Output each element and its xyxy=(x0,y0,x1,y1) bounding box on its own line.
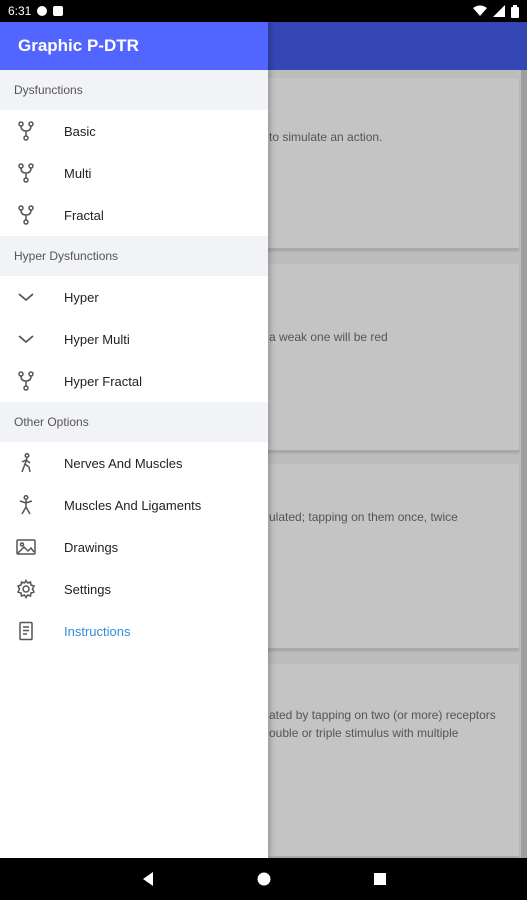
background-card: a weak one will be red xyxy=(227,264,519,452)
gear-icon xyxy=(16,579,36,599)
menu-item-hyper-fractal[interactable]: Hyper Fractal xyxy=(0,360,268,402)
home-button[interactable] xyxy=(254,869,274,889)
menu-item-settings[interactable]: Settings xyxy=(0,568,268,610)
card-text: ouble or triple stimulus with multiple xyxy=(269,726,459,740)
card-text: ulated; tapping on them once, twice xyxy=(269,510,458,524)
card-text: a weak one will be red xyxy=(269,330,388,344)
menu-item-instructions[interactable]: Instructions xyxy=(0,610,268,652)
menu-item-label: Nerves And Muscles xyxy=(64,455,183,471)
menu-item-label: Hyper Fractal xyxy=(64,373,143,389)
status-time: 6:31 xyxy=(8,4,32,18)
background-card: ated by tapping on two (or more) recepto… xyxy=(227,664,519,858)
chevron-down-icon xyxy=(16,287,36,307)
menu-item-drawings[interactable]: Drawings xyxy=(0,526,268,568)
scrollbar[interactable] xyxy=(521,70,527,858)
menu-item-fractal[interactable]: Fractal xyxy=(0,194,268,236)
app-area: to simulate an action. a weak one will b… xyxy=(0,22,527,858)
navigation-drawer: Graphic P-DTR Dysfunctions Basic Multi F… xyxy=(0,22,268,858)
system-navigation-bar xyxy=(0,858,527,900)
fork-icon xyxy=(16,205,36,225)
notification-icon xyxy=(37,6,48,16)
wifi-icon xyxy=(473,5,487,16)
section-header-other-options: Other Options xyxy=(0,402,268,442)
drawer-title: Graphic P-DTR xyxy=(0,22,268,70)
section-header-dysfunctions: Dysfunctions xyxy=(0,70,268,110)
walking-person-icon xyxy=(16,453,36,473)
menu-item-label: Fractal xyxy=(64,207,104,223)
standing-person-icon xyxy=(16,495,36,515)
recents-icon xyxy=(373,873,386,885)
card-text: to simulate an action. xyxy=(269,130,383,144)
back-button[interactable] xyxy=(138,869,158,889)
menu-item-nerves-and-muscles[interactable]: Nerves And Muscles xyxy=(0,442,268,484)
home-icon xyxy=(257,872,270,886)
section-header-hyper-dysfunctions: Hyper Dysfunctions xyxy=(0,236,268,276)
menu-item-multi[interactable]: Multi xyxy=(0,152,268,194)
menu-item-label: Settings xyxy=(64,581,111,597)
status-bar: 6:31 xyxy=(0,0,527,22)
fork-icon xyxy=(16,371,36,391)
card-text: ated by tapping on two (or more) recepto… xyxy=(269,708,496,722)
menu-item-hyper[interactable]: Hyper xyxy=(0,276,268,318)
back-icon xyxy=(142,872,153,886)
background-card: to simulate an action. xyxy=(227,78,519,250)
menu-item-label: Multi xyxy=(64,165,92,181)
image-icon xyxy=(16,537,36,557)
document-icon xyxy=(16,621,36,641)
fork-icon xyxy=(16,163,36,183)
menu-item-basic[interactable]: Basic xyxy=(0,110,268,152)
background-card: ulated; tapping on them once, twice xyxy=(227,464,519,650)
menu-item-label: Hyper Multi xyxy=(64,331,130,347)
menu-item-hyper-multi[interactable]: Hyper Multi xyxy=(0,318,268,360)
menu-item-label: Drawings xyxy=(64,539,119,555)
signal-icon xyxy=(493,5,505,17)
battery-icon xyxy=(511,4,519,18)
chevron-down-icon xyxy=(16,329,36,349)
menu-item-label: Basic xyxy=(64,123,96,139)
notification-icon xyxy=(53,6,64,16)
menu-item-label: Instructions xyxy=(64,623,131,639)
menu-item-muscles-and-ligaments[interactable]: Muscles And Ligaments xyxy=(0,484,268,526)
menu-item-label: Muscles And Ligaments xyxy=(64,497,202,513)
scrollbar-thumb[interactable] xyxy=(521,70,527,858)
menu-item-label: Hyper xyxy=(64,289,99,305)
fork-icon xyxy=(16,121,36,141)
recents-button[interactable] xyxy=(370,869,390,889)
